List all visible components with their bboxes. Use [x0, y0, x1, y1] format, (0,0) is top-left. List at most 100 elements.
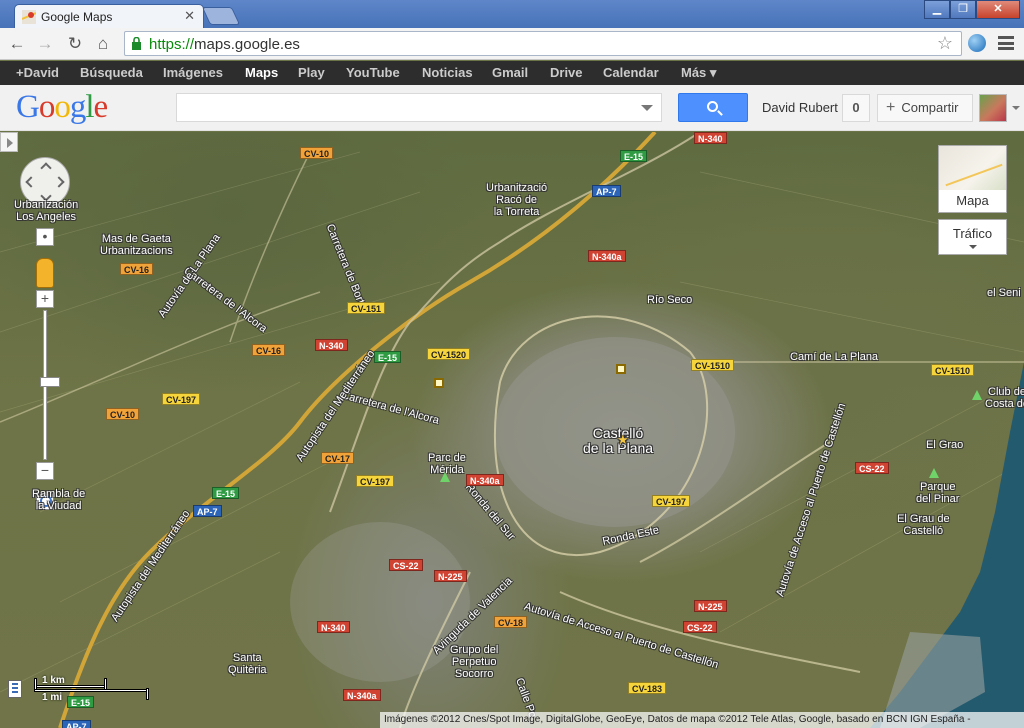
user-name[interactable]: David Rubert [762, 100, 838, 115]
gbar-item[interactable]: Noticias [422, 65, 473, 80]
poi-marker-icon[interactable] [616, 364, 626, 374]
road-shield-e15-top: E-15 [620, 150, 648, 162]
place-label-el-grau-castello: El Grau de Castelló [897, 513, 950, 537]
place-label-line: Urbanitzacions [100, 245, 173, 257]
road-shield-cv183: CV-183 [628, 682, 667, 694]
road-shield-cv1520: CV-1520 [427, 348, 471, 360]
map-type-button[interactable]: Mapa [938, 145, 1007, 213]
extension-globe-icon[interactable] [968, 34, 986, 52]
gbar-item[interactable]: Imágenes [163, 65, 223, 80]
place-label-line: Urbanización [14, 199, 79, 211]
logo-letter: g [69, 89, 86, 125]
tab-close-icon[interactable]: ✕ [184, 8, 195, 24]
new-tab-button[interactable] [201, 7, 241, 25]
street-view-pegman-icon[interactable] [36, 258, 54, 288]
place-label-mas-de-gaeta: Mas de Gaeta Urbanitzacions [100, 233, 173, 257]
pan-right-icon[interactable] [53, 176, 65, 188]
address-bar[interactable]: https://maps.google.es ☆ [124, 31, 962, 56]
gbar-item[interactable]: Búsqueda [80, 65, 143, 80]
map-attribution: Imágenes ©2012 Cnes/Spot Image, DigitalG… [380, 712, 1024, 728]
road-shield-cv1510-b: CV-1510 [931, 364, 975, 376]
notifications-count[interactable]: 0 [842, 94, 870, 122]
zoom-in-button[interactable]: + [36, 290, 54, 308]
road-shield-ap7-bottom: AP-7 [62, 720, 91, 728]
place-label-line: Socorro [454, 668, 494, 680]
road-shield-cv17: CV-17 [321, 452, 355, 464]
road-shield-cv151: CV-151 [347, 302, 386, 314]
logo-letter: o [54, 89, 70, 125]
browser-tab[interactable]: Google Maps ✕ [14, 4, 204, 28]
window-controls: ▁ ❐ ✕ [924, 0, 1020, 20]
logo-letter: G [16, 89, 40, 125]
road-shield-n340a-low: N-340a [343, 689, 381, 701]
map-type-label: Mapa [956, 193, 989, 208]
panel-toggle-button[interactable] [0, 132, 18, 152]
park-icon[interactable] [440, 472, 450, 482]
place-label-santa-quiteria: Santa Quitèria [228, 652, 267, 676]
pan-left-icon[interactable] [25, 176, 37, 188]
minimize-button[interactable]: ▁ [924, 0, 950, 19]
place-label-line: Club de [988, 386, 1024, 398]
place-label-line: El Grao [926, 439, 964, 451]
share-button[interactable]: + Compartir [877, 94, 973, 122]
search-input[interactable] [177, 94, 617, 121]
traffic-button[interactable]: Tráfico [938, 219, 1007, 255]
bookmark-star-icon[interactable]: ☆ [937, 33, 953, 54]
road-shield-n340-top: N-340 [694, 132, 727, 144]
scale-ruler-icon[interactable] [8, 680, 22, 698]
close-window-button[interactable]: ✕ [976, 0, 1020, 19]
place-label-line: Los Angeles [16, 211, 77, 223]
maximize-button[interactable]: ❐ [950, 0, 976, 19]
home-icon[interactable]: ⌂ [92, 33, 114, 55]
scale-tick [146, 688, 149, 700]
place-label-line: el Seni [987, 287, 1021, 299]
account-dropdown-icon[interactable] [1012, 106, 1020, 110]
scale-km-line [34, 685, 106, 688]
avatar[interactable] [979, 94, 1007, 122]
zoom-slider-knob[interactable] [40, 377, 60, 387]
road-shield-n340-mid: N-340 [315, 339, 348, 351]
park-icon[interactable] [972, 390, 982, 400]
gbar-item[interactable]: Calendar [603, 65, 659, 80]
back-arrow-icon[interactable]: ← [6, 33, 28, 55]
place-label-parque-pinar: Parque del Pinar [916, 481, 959, 505]
gbar-item[interactable]: YouTube [346, 65, 400, 80]
park-icon[interactable] [929, 468, 939, 478]
zoom-out-button[interactable]: − [36, 462, 54, 480]
gbar-item[interactable]: +David [16, 65, 59, 80]
place-label-line: Quitèria [228, 664, 267, 676]
search-icon [707, 101, 718, 112]
lock-icon [132, 37, 141, 50]
place-label-el-seni: el Seni [987, 287, 1021, 299]
road-shield-cv16-b: CV-16 [252, 344, 286, 356]
traffic-label: Tráfico [952, 226, 993, 241]
place-label-line: Racó de [496, 194, 538, 206]
browser-menu-icon[interactable] [998, 36, 1014, 50]
place-label-line: Mas de Gaeta [101, 233, 171, 245]
place-label-rio-seco: Río Seco [647, 294, 692, 306]
gbar-item[interactable]: Maps [245, 65, 278, 80]
zoom-slider[interactable] [40, 310, 60, 460]
map-canvas[interactable]: • + − Mapa Tráfico Castelló de la Plana … [0, 132, 1024, 728]
poi-marker-icon[interactable] [434, 378, 444, 388]
pan-up-icon[interactable] [40, 162, 52, 174]
gbar-item[interactable]: Gmail [492, 65, 528, 80]
google-logo[interactable]: Google [16, 89, 108, 126]
plus-icon: + [886, 99, 896, 116]
gbar-item[interactable]: Más ▾ [681, 65, 716, 81]
road-shield-cv197-a: CV-197 [162, 393, 201, 405]
forward-arrow-icon[interactable]: → [34, 33, 56, 55]
location-dot-button[interactable]: • [36, 228, 54, 246]
road-shield-e15-bottom: E-15 [67, 696, 95, 708]
search-button[interactable] [678, 93, 748, 122]
place-label-line: Santa [232, 652, 262, 664]
road-shield-n340-low: N-340 [317, 621, 350, 633]
place-label-line: Parc de [428, 452, 466, 464]
reload-icon[interactable]: ↻ [64, 33, 86, 55]
search-box[interactable] [176, 93, 662, 122]
gbar-item[interactable]: Play [298, 65, 325, 80]
gbar-item[interactable]: Drive [550, 65, 583, 80]
search-dropdown-icon[interactable] [641, 105, 653, 111]
map-roads-layer [0, 132, 1024, 728]
road-shield-cs22-a: CS-22 [855, 462, 889, 474]
